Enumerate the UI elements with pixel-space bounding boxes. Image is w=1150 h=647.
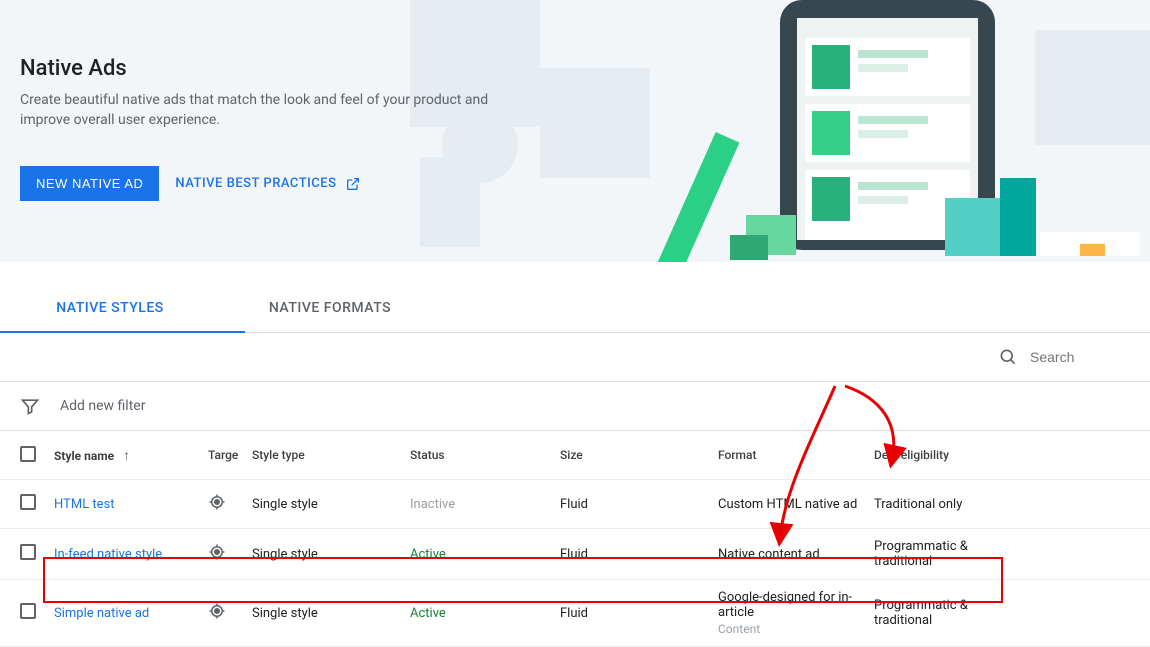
best-practices-link-label: NATIVE BEST PRACTICES	[175, 176, 336, 191]
search-input[interactable]	[1030, 349, 1130, 365]
filter-row: Add new filter	[0, 382, 1150, 431]
style-type: Single style	[248, 547, 406, 562]
format-subline: Content	[718, 622, 866, 636]
style-name-link[interactable]: HTML test	[54, 497, 115, 512]
status-badge: Inactive	[406, 497, 556, 512]
open-in-new-icon	[345, 176, 361, 192]
target-icon[interactable]	[208, 543, 226, 561]
filter-icon[interactable]	[20, 396, 40, 416]
size-value: Fluid	[556, 547, 714, 562]
new-native-ad-button[interactable]: NEW NATIVE AD	[20, 166, 159, 201]
row-checkbox[interactable]	[20, 603, 36, 619]
format-value: Google-designed for in-articleContent	[714, 590, 870, 636]
search-row	[0, 333, 1150, 382]
tab-native-styles[interactable]: NATIVE STYLES	[0, 284, 220, 332]
status-badge: Active	[406, 547, 556, 562]
style-name-link[interactable]: Simple native ad	[54, 606, 149, 621]
tabs-bar: NATIVE STYLES NATIVE FORMATS	[0, 284, 1150, 333]
table-header-row: Style name ↑ Targe Style type Status Siz…	[0, 431, 1150, 480]
col-size[interactable]: Size	[556, 448, 714, 462]
status-badge: Active	[406, 606, 556, 621]
sort-asc-icon: ↑	[123, 448, 130, 464]
style-name-link[interactable]: In-feed native style	[54, 547, 162, 562]
size-value: Fluid	[556, 606, 714, 621]
deal-eligibility: Programmatic & traditional	[870, 539, 1030, 569]
style-type: Single style	[248, 497, 406, 512]
target-icon[interactable]	[208, 493, 226, 511]
style-type: Single style	[248, 606, 406, 621]
page-subtitle: Create beautiful native ads that match t…	[20, 91, 500, 130]
col-target[interactable]: Targe	[204, 448, 248, 462]
search-field[interactable]	[998, 347, 1130, 367]
col-status[interactable]: Status	[406, 448, 556, 462]
format-value: Custom HTML native ad	[714, 497, 870, 512]
row-checkbox[interactable]	[20, 494, 36, 510]
table-row: In-feed native style Single styleActiveFl…	[0, 529, 1150, 580]
deal-eligibility: Programmatic & traditional	[870, 598, 1030, 628]
col-deal[interactable]: Deal eligibility	[870, 448, 1030, 462]
row-checkbox[interactable]	[20, 544, 36, 560]
col-type[interactable]: Style type	[248, 448, 406, 462]
hero-banner: Native Ads Create beautiful native ads t…	[0, 0, 1150, 262]
format-value: Native content ad	[714, 547, 870, 562]
search-icon	[998, 347, 1018, 367]
table-row: Simple native ad Single styleActiveFluidG…	[0, 580, 1150, 647]
col-format[interactable]: Format	[714, 448, 870, 462]
best-practices-link[interactable]: NATIVE BEST PRACTICES	[175, 176, 360, 192]
size-value: Fluid	[556, 497, 714, 512]
deal-eligibility: Traditional only	[870, 497, 1030, 512]
add-filter-button[interactable]: Add new filter	[60, 398, 145, 414]
col-style-name[interactable]: Style name ↑	[50, 447, 204, 464]
tab-native-formats[interactable]: NATIVE FORMATS	[220, 284, 440, 332]
col-style-name-label: Style name	[54, 449, 114, 463]
select-all-checkbox[interactable]	[20, 446, 36, 462]
page-title: Native Ads	[20, 56, 500, 81]
table-row: HTML test Single styleInactiveFluidCustom…	[0, 480, 1150, 529]
target-icon[interactable]	[208, 602, 226, 620]
